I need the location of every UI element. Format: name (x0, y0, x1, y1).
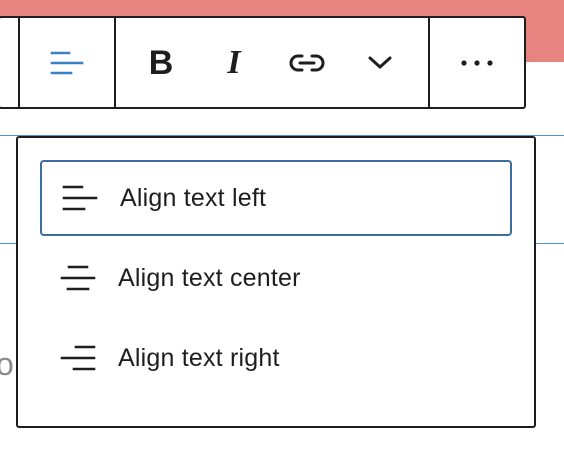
menu-item-label: Align text left (120, 183, 267, 212)
align-dropdown-menu: Align text left Align text center Align … (16, 136, 536, 428)
toolbar-group-formatting: B I (116, 18, 430, 107)
align-left-icon (62, 185, 98, 211)
block-toolbar: B I (0, 16, 526, 109)
chevron-down-icon (368, 56, 392, 68)
align-center-icon (60, 265, 96, 291)
ellipsis-icon (461, 59, 493, 66)
menu-item-align-right[interactable]: Align text right (40, 320, 512, 396)
menu-item-label: Align text right (118, 343, 280, 372)
align-right-icon (60, 345, 96, 371)
italic-label: I (227, 43, 241, 81)
toolbar-group-block-tools (0, 18, 20, 107)
align-left-icon (50, 51, 84, 74)
bold-label: B (148, 43, 174, 82)
toolbar-group-options (430, 18, 524, 107)
menu-item-align-center[interactable]: Align text center (40, 240, 512, 316)
link-button[interactable] (262, 27, 352, 99)
menu-item-label: Align text center (118, 263, 301, 292)
more-rich-text-button[interactable] (352, 27, 408, 99)
menu-item-align-left[interactable]: Align text left (40, 160, 512, 236)
toolbar-group-alignment (20, 18, 116, 107)
options-button[interactable] (441, 27, 513, 99)
bold-button[interactable]: B (116, 27, 206, 99)
align-button[interactable] (31, 27, 103, 99)
link-icon (289, 54, 325, 71)
background-text-fragment: o (0, 346, 14, 382)
italic-button[interactable]: I (206, 27, 262, 99)
